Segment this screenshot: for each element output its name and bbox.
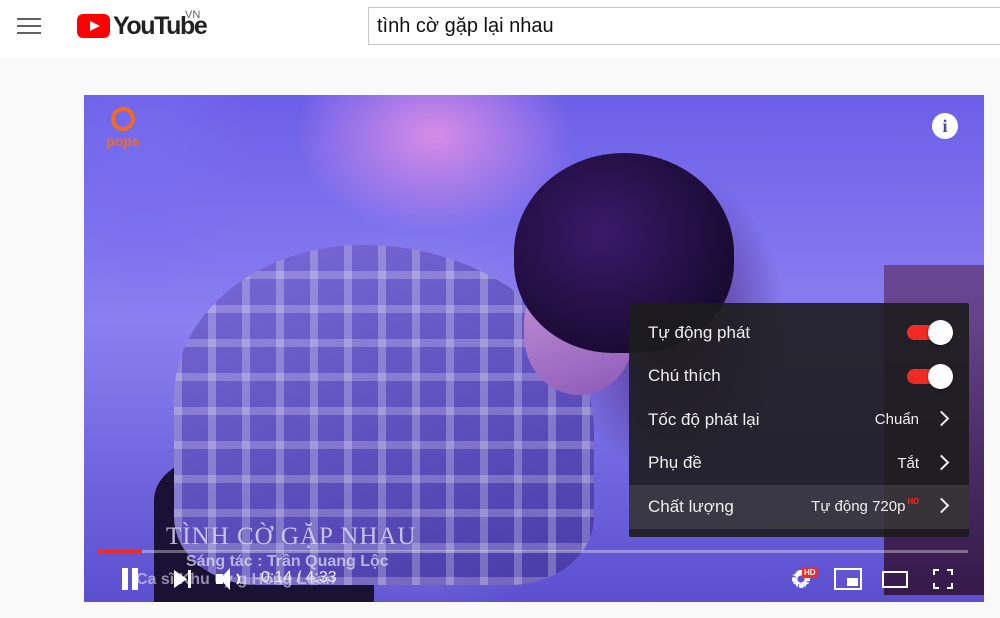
menu-item-subtitles[interactable]: Phụ đề Tắt (629, 442, 969, 486)
toggle-knob (928, 363, 953, 389)
hamburger-menu-icon[interactable] (17, 16, 41, 36)
logo-country-code: VN (185, 9, 201, 21)
quality-value-text: Tự động 720p (811, 498, 906, 516)
video-title-overlay: TÌNH CỜ GẶP NHAU (166, 523, 417, 550)
sound-wave-icon (228, 571, 240, 587)
menu-item-label: Chất lượng (648, 496, 734, 516)
autoplay-toggle[interactable] (905, 320, 953, 345)
menu-item-value: Tắt (897, 454, 919, 472)
progress-played (98, 550, 143, 553)
video-player[interactable]: pops i TÌNH CỜ GẶP NHAU Sáng tác : Trần … (84, 95, 984, 602)
theater-mode-button[interactable] (882, 571, 908, 588)
volume-button[interactable] (216, 567, 242, 591)
toggle-knob (928, 320, 953, 345)
search-input[interactable]: tình cờ gặp lại nhau (368, 7, 1000, 45)
masthead: YouTube VN tình cờ gặp lại nhau (0, 0, 1000, 58)
hd-badge: HD (802, 567, 818, 578)
menu-line (17, 32, 41, 34)
menu-item-label: Chú thích (648, 366, 721, 386)
channel-logo-text: pops (106, 133, 140, 149)
menu-item-playback-speed[interactable]: Tốc độ phát lại Chuẩn (629, 398, 969, 442)
pops-logo-icon (111, 107, 135, 131)
progress-bar[interactable] (98, 550, 968, 553)
fullscreen-button[interactable] (933, 569, 953, 589)
menu-item-value: Tự động 720p HD (811, 497, 919, 516)
fullscreen-corner-icon (947, 569, 953, 575)
miniplayer-button[interactable] (834, 568, 862, 590)
settings-menu: Tự động phát Chú thích Tốc độ phát lại C… (629, 303, 969, 537)
fullscreen-corner-icon (933, 583, 939, 589)
chevron-right-icon (933, 497, 950, 514)
fullscreen-corner-icon (933, 569, 939, 575)
chevron-right-icon (933, 454, 950, 470)
time-display: 0:14 / 4:33 (261, 569, 337, 586)
annotations-toggle[interactable] (905, 363, 953, 389)
youtube-logo[interactable]: YouTube VN (77, 9, 208, 40)
pause-button[interactable] (120, 568, 140, 590)
menu-item-quality[interactable]: Chất lượng Tự động 720p HD (629, 485, 969, 529)
next-button[interactable] (174, 569, 194, 589)
info-icon[interactable]: i (932, 113, 958, 139)
hd-superscript-badge: HD (907, 497, 919, 507)
menu-item-label: Tốc độ phát lại (648, 409, 760, 429)
menu-item-autoplay[interactable]: Tự động phát (629, 311, 969, 355)
channel-watermark-logo[interactable]: pops (100, 107, 146, 153)
chevron-right-icon (933, 410, 950, 427)
menu-item-label: Tự động phát (648, 322, 751, 342)
fullscreen-corner-icon (947, 583, 953, 589)
menu-line (17, 18, 41, 20)
menu-line (17, 25, 41, 27)
menu-item-label: Phụ đề (648, 453, 702, 473)
youtube-play-icon (77, 14, 110, 38)
menu-item-value: Chuẩn (874, 411, 919, 429)
menu-item-annotations[interactable]: Chú thích (629, 355, 969, 399)
